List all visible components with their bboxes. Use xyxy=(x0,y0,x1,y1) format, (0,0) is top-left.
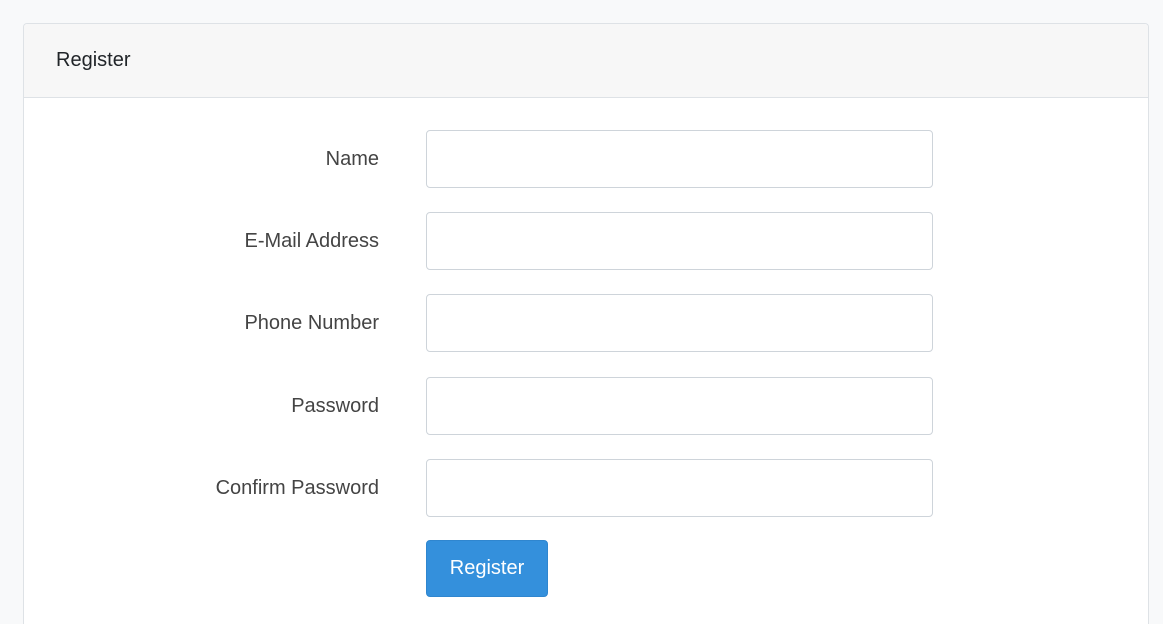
card-title: Register xyxy=(56,49,131,71)
name-input[interactable] xyxy=(426,130,933,188)
password-input[interactable] xyxy=(426,377,933,435)
phone-label: Phone Number xyxy=(244,312,379,334)
register-form: Name E-Mail Address Phone Number Passwor… xyxy=(24,98,1148,624)
email-input[interactable] xyxy=(426,212,933,270)
confirm-password-label: Confirm Password xyxy=(215,477,379,499)
phone-input[interactable] xyxy=(426,294,933,352)
confirm-password-row: Confirm Password xyxy=(24,459,1148,517)
password-label: Password xyxy=(291,395,379,417)
name-label: Name xyxy=(325,148,379,170)
register-card: Register Name E-Mail Address Phone Numbe… xyxy=(23,23,1149,624)
email-row: E-Mail Address xyxy=(24,212,1148,270)
email-label: E-Mail Address xyxy=(244,230,380,252)
confirm-password-input[interactable] xyxy=(426,459,933,517)
phone-row: Phone Number xyxy=(24,294,1148,352)
password-row: Password xyxy=(24,377,1148,435)
name-row: Name xyxy=(24,130,1148,188)
card-header: Register xyxy=(24,24,1148,98)
register-button[interactable]: Register xyxy=(426,540,548,597)
